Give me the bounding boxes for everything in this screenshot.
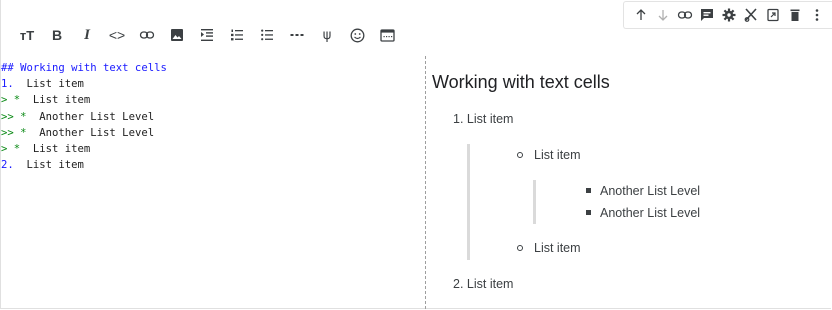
horizontal-rule-icon: [290, 34, 304, 36]
gear-icon: [722, 8, 736, 22]
insert-image-button[interactable]: [162, 22, 192, 48]
indent-button[interactable]: [192, 22, 222, 48]
code-text: List item: [13, 159, 84, 172]
arrow-up-icon: [636, 9, 646, 20]
horizontal-rule-button[interactable]: [282, 22, 312, 48]
mirror-cell-button[interactable]: [762, 4, 784, 26]
square-bullet-icon: [586, 210, 591, 215]
square-bullet-icon: [586, 188, 591, 193]
delete-cell-button[interactable]: [784, 4, 806, 26]
numbered-list-icon: [231, 29, 243, 41]
blockquote-bar: [533, 180, 536, 224]
trash-icon: [790, 9, 800, 21]
list-item: 1. List item: [453, 112, 514, 126]
format-toolbar: тT B I <> ψ: [12, 22, 402, 48]
add-comment-button[interactable]: [696, 4, 718, 26]
code-marker: >> *: [1, 110, 27, 123]
code-line: 1. List item: [1, 78, 84, 90]
code-line: ## Working with text cells: [1, 62, 167, 74]
blockquote-bar: [467, 144, 470, 260]
more-vert-icon: [815, 9, 819, 21]
code-text: List item: [13, 78, 84, 91]
toggle-preview-button[interactable]: [372, 22, 402, 48]
insert-latex-button[interactable]: ψ: [312, 22, 342, 48]
bold-icon: B: [51, 27, 63, 43]
move-cell-up-button[interactable]: [630, 4, 652, 26]
italic-icon: I: [84, 26, 90, 43]
text-size-icon: тT: [19, 27, 35, 43]
list-item: Another List Level: [600, 184, 701, 198]
cell-toolbar: [623, 1, 832, 29]
link-icon: [139, 31, 155, 39]
markdown-source: ## Working with text cells 1. List item …: [1, 56, 424, 173]
code-marker: 1.: [1, 78, 14, 91]
more-actions-button[interactable]: [806, 4, 828, 26]
code-line: >> * Another List Level: [1, 111, 154, 123]
list-item: Another List Level: [600, 206, 701, 220]
code-text: List item: [20, 94, 91, 107]
circle-bullet-icon: [517, 152, 523, 158]
insert-emoji-button[interactable]: [342, 22, 372, 48]
split-divider[interactable]: [425, 56, 426, 309]
image-icon: [171, 29, 183, 41]
arrow-down-icon: [658, 10, 668, 21]
code-marker: >> *: [1, 126, 27, 139]
code-marker: 2.: [1, 159, 14, 172]
emoji-icon: [350, 28, 364, 42]
code-icon: <>: [108, 27, 126, 43]
code-text: List item: [20, 143, 91, 156]
list-item: 2. List item: [453, 277, 514, 291]
mirror-tab-icon: [767, 8, 779, 22]
list-item: List item: [534, 148, 581, 162]
markdown-editor[interactable]: ## Working with text cells 1. List item …: [1, 56, 424, 309]
code-line: 2. List item: [1, 159, 84, 171]
psi-icon: ψ: [322, 27, 332, 43]
close-editor-button[interactable]: [740, 4, 762, 26]
code-line: >> * Another List Level: [1, 127, 154, 139]
move-cell-down-button[interactable]: [652, 4, 674, 26]
scissors-icon: [744, 8, 757, 22]
numbered-list-button[interactable]: [222, 22, 252, 48]
italic-button[interactable]: I: [72, 22, 102, 48]
preview-panel-icon: [379, 28, 395, 42]
list-item: List item: [534, 241, 581, 255]
code-button[interactable]: <>: [102, 22, 132, 48]
indent-icon: [201, 29, 213, 41]
circle-bullet-icon: [517, 245, 523, 251]
code-line: > * List item: [1, 143, 90, 155]
comment-icon: [701, 9, 713, 21]
bold-button[interactable]: B: [42, 22, 72, 48]
code-text: Another List Level: [26, 110, 155, 123]
markdown-preview: Working with text cells 1. List item Lis…: [427, 56, 827, 309]
bulleted-list-icon: [261, 29, 273, 41]
preview-heading: Working with text cells: [432, 72, 610, 92]
bulleted-list-button[interactable]: [252, 22, 282, 48]
link-icon: [677, 11, 693, 19]
editor-settings-button[interactable]: [718, 4, 740, 26]
code-marker: > *: [1, 143, 21, 156]
text-size-button[interactable]: тT: [12, 22, 42, 48]
code-heading: ## Working with text cells: [1, 62, 167, 74]
code-line: > * List item: [1, 94, 90, 106]
copy-cell-link-button[interactable]: [674, 4, 696, 26]
insert-link-button[interactable]: [132, 22, 162, 48]
code-text: Another List Level: [26, 126, 155, 139]
code-marker: > *: [1, 94, 21, 107]
